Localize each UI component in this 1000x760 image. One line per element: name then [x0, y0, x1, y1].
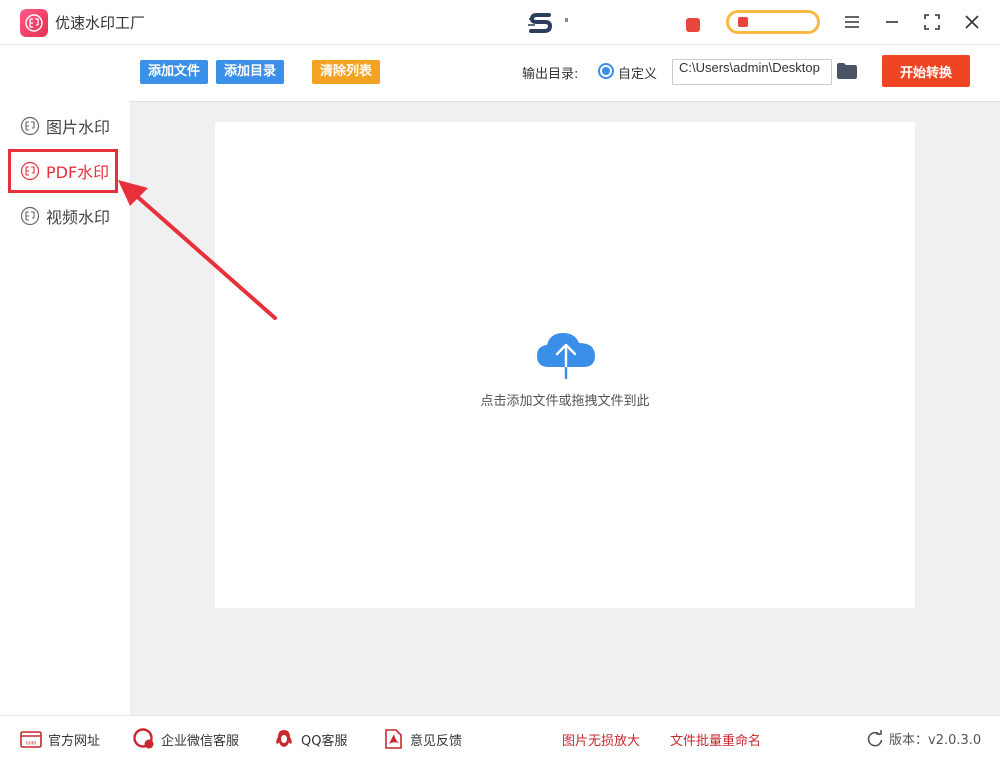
- custom-radio[interactable]: [598, 63, 614, 79]
- official-website-link[interactable]: com 官方网址: [20, 728, 100, 750]
- wechat-icon: [133, 728, 154, 749]
- sidebar-item-video-watermark[interactable]: 视频水印: [8, 194, 118, 238]
- yin-icon: [20, 116, 40, 136]
- title-bar: 优速水印工厂: [0, 0, 1000, 45]
- promo-pill[interactable]: [726, 10, 820, 34]
- fullscreen-icon: [924, 14, 940, 30]
- output-path-input[interactable]: C:\Users\admin\Desktop: [672, 59, 832, 85]
- svg-text:com: com: [26, 741, 37, 747]
- wechat-service-link[interactable]: 企业微信客服: [133, 728, 239, 750]
- feedback-link[interactable]: 意见反馈: [382, 728, 462, 750]
- add-directory-button[interactable]: 添加目录: [216, 60, 285, 84]
- website-icon: com: [20, 731, 42, 748]
- maximize-button[interactable]: [920, 10, 944, 34]
- close-icon: [965, 15, 979, 29]
- custom-radio-label[interactable]: 自定义: [618, 63, 657, 82]
- sidebar-item-image-watermark[interactable]: 图片水印: [8, 104, 118, 148]
- sidebar-item-pdf-watermark[interactable]: PDF水印: [8, 149, 118, 193]
- toolbar: 添加文件 添加目录 清除列表 输出目录: 自定义 C:\Users\admin\…: [130, 45, 1000, 102]
- brand-dot: [565, 18, 568, 22]
- add-file-button[interactable]: 添加文件: [140, 60, 209, 84]
- sidebar-item-label: PDF水印: [46, 163, 110, 182]
- drop-hint: 点击添加文件或拖拽文件到此: [480, 394, 650, 409]
- yin-icon: [20, 161, 40, 181]
- file-dropzone[interactable]: 点击添加文件或拖拽文件到此: [215, 122, 915, 608]
- app-title: 优速水印工厂: [55, 14, 146, 32]
- version-info[interactable]: 版本：v2.0.3.0: [866, 729, 981, 748]
- menu-button[interactable]: [840, 10, 864, 34]
- brand-s-icon: [528, 13, 553, 33]
- start-convert-button[interactable]: 开始转换: [882, 55, 970, 87]
- close-button[interactable]: [960, 10, 984, 34]
- lossless-upscale-link[interactable]: 图片无损放大: [562, 730, 640, 749]
- minimize-button[interactable]: [880, 10, 904, 34]
- footer: com 官方网址 企业微信客服 QQ客服 意见反馈 图片无损放大 文件批量重命名…: [0, 715, 1000, 760]
- yin-icon: [20, 206, 40, 226]
- output-dir-label: 输出目录:: [522, 67, 579, 82]
- clear-list-button[interactable]: 清除列表: [312, 60, 381, 84]
- yin-icon: [25, 14, 43, 32]
- sidebar: 图片水印 PDF水印 视频水印: [0, 45, 130, 715]
- sidebar-item-label: 视频水印: [46, 208, 111, 227]
- pdf-feedback-icon: [385, 729, 402, 749]
- qq-service-link[interactable]: QQ客服: [273, 728, 347, 750]
- qq-icon: [276, 730, 292, 747]
- annotation-arrow: [118, 180, 277, 320]
- menu-icon: [845, 16, 859, 28]
- cloud-upload-icon: [537, 333, 595, 379]
- refresh-icon: [867, 729, 883, 746]
- batch-rename-link[interactable]: 文件批量重命名: [670, 730, 761, 749]
- minimize-icon: [886, 21, 898, 23]
- notification-badge[interactable]: [686, 18, 700, 32]
- app-logo: [20, 9, 48, 37]
- sidebar-item-label: 图片水印: [46, 118, 111, 137]
- folder-icon[interactable]: [836, 61, 858, 81]
